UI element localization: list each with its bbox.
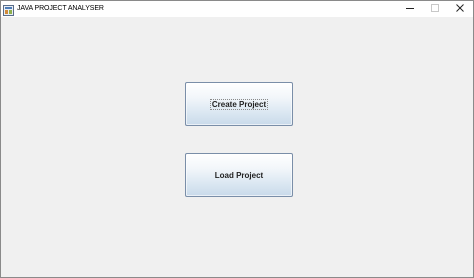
title-bar[interactable]: JAVA PROJECT ANALYSER [1, 1, 473, 17]
minimize-icon [405, 0, 415, 18]
minimize-button[interactable] [397, 1, 423, 17]
close-icon [455, 0, 465, 18]
create-project-button[interactable]: Create Project [185, 82, 293, 126]
create-project-label: Create Project [209, 98, 269, 110]
load-project-label: Load Project [214, 170, 264, 180]
close-button[interactable] [447, 1, 473, 17]
main-panel: Create Project Load Project [1, 17, 473, 277]
java-app-icon [3, 3, 14, 16]
load-project-button[interactable]: Load Project [185, 153, 293, 197]
maximize-button[interactable] [422, 1, 448, 17]
app-window: JAVA PROJECT ANALYSER Create Project Loa… [0, 0, 474, 278]
window-title: JAVA PROJECT ANALYSER [17, 5, 104, 12]
maximize-icon [430, 0, 440, 18]
